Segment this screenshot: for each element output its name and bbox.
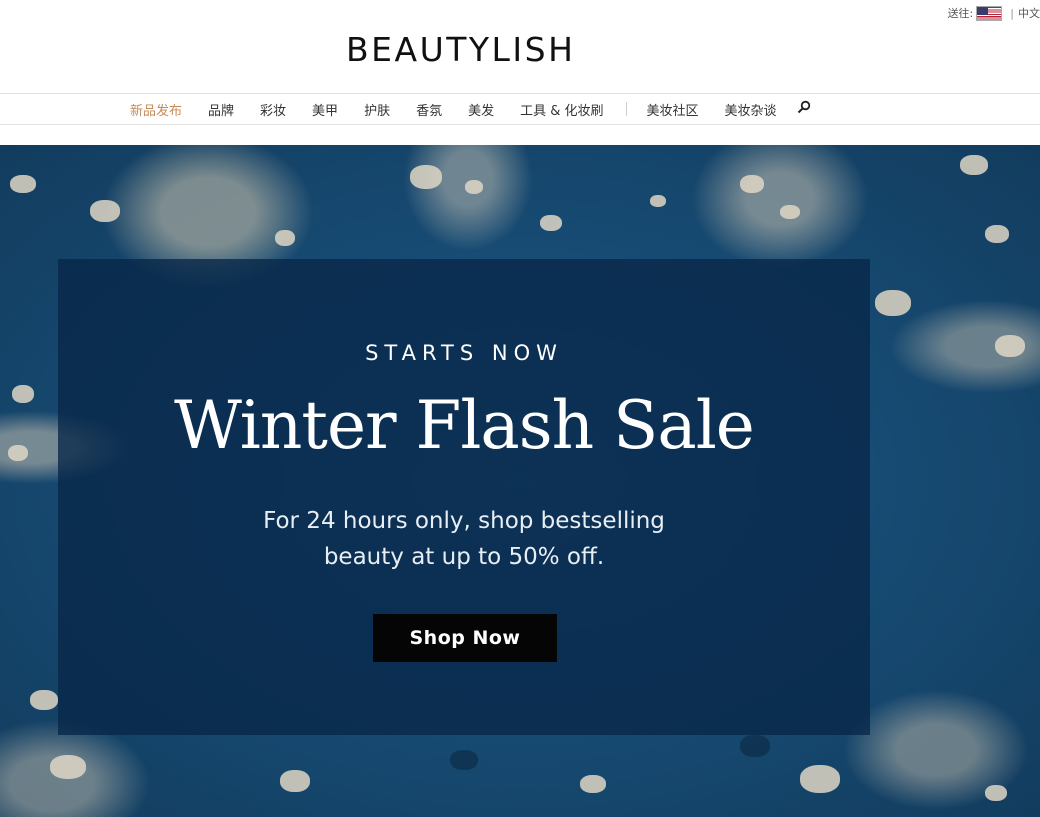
ship-to-label: 送往:: [947, 7, 974, 20]
texture-speckle: [800, 765, 840, 793]
texture-speckle: [540, 215, 562, 231]
hero-subcopy-line: beauty at up to 50% off.: [323, 544, 605, 570]
search-icon[interactable]: [797, 100, 811, 114]
texture-speckle: [780, 205, 800, 219]
nav-item-magazine[interactable]: 美妆杂谈: [725, 100, 777, 119]
texture-speckle: [985, 785, 1007, 801]
texture-speckle: [280, 770, 310, 792]
nav-item-community[interactable]: 美妆社区: [647, 100, 699, 119]
shop-now-button[interactable]: Shop Now: [373, 614, 557, 662]
nav-item-hair[interactable]: 美发: [468, 100, 494, 119]
hero-banner[interactable]: STARTS NOW Winter Flash Sale For 24 hour…: [0, 145, 1040, 817]
nav-item-brands[interactable]: 品牌: [208, 100, 234, 119]
nav-item-skincare[interactable]: 护肤: [364, 100, 390, 119]
texture-speckle: [985, 225, 1009, 243]
texture-speckle: [30, 690, 58, 710]
texture-speckle: [450, 750, 478, 770]
texture-speckle: [995, 335, 1025, 357]
texture-speckle: [8, 445, 28, 461]
hero-subcopy: For 24 hours only, shop bestselling beau…: [214, 503, 714, 575]
hero-subcopy-line: For 24 hours only, shop bestselling: [263, 508, 665, 534]
main-nav: 新品发布 品牌 彩妆 美甲 护肤 香氛 美发 工具 & 化妆刷 美妆社区 美妆杂…: [0, 93, 1040, 125]
nav-divider: [625, 102, 627, 116]
texture-speckle: [960, 155, 988, 175]
texture-speckle: [12, 385, 34, 403]
language-switch[interactable]: 中文: [1018, 5, 1040, 21]
texture-speckle: [740, 175, 764, 193]
utility-separator: |: [1010, 6, 1014, 20]
nav-item-nails[interactable]: 美甲: [312, 100, 338, 119]
texture-speckle: [90, 200, 120, 222]
nav-item-fragrance[interactable]: 香氛: [416, 100, 442, 119]
hero-eyebrow: STARTS NOW: [365, 341, 563, 365]
texture-speckle: [410, 165, 442, 189]
utility-bar: 送往: | 中文: [948, 4, 1040, 22]
hero-overlay-panel: STARTS NOW Winter Flash Sale For 24 hour…: [58, 259, 870, 735]
texture-speckle: [50, 755, 86, 779]
hero-headline: Winter Flash Sale: [174, 387, 755, 464]
nav-item-makeup[interactable]: 彩妆: [260, 100, 286, 119]
texture-speckle: [580, 775, 606, 793]
texture-speckle: [875, 290, 911, 316]
site-logo[interactable]: BEAUTYLISH: [346, 30, 575, 69]
texture-speckle: [275, 230, 295, 246]
us-flag-icon[interactable]: [976, 5, 1003, 21]
texture-speckle: [740, 735, 770, 757]
texture-speckle: [10, 175, 36, 193]
texture-speckle: [465, 180, 483, 194]
nav-item-new-arrivals[interactable]: 新品发布: [130, 100, 182, 119]
texture-speckle: [650, 195, 666, 207]
nav-item-tools-brushes[interactable]: 工具 & 化妆刷: [520, 100, 603, 119]
